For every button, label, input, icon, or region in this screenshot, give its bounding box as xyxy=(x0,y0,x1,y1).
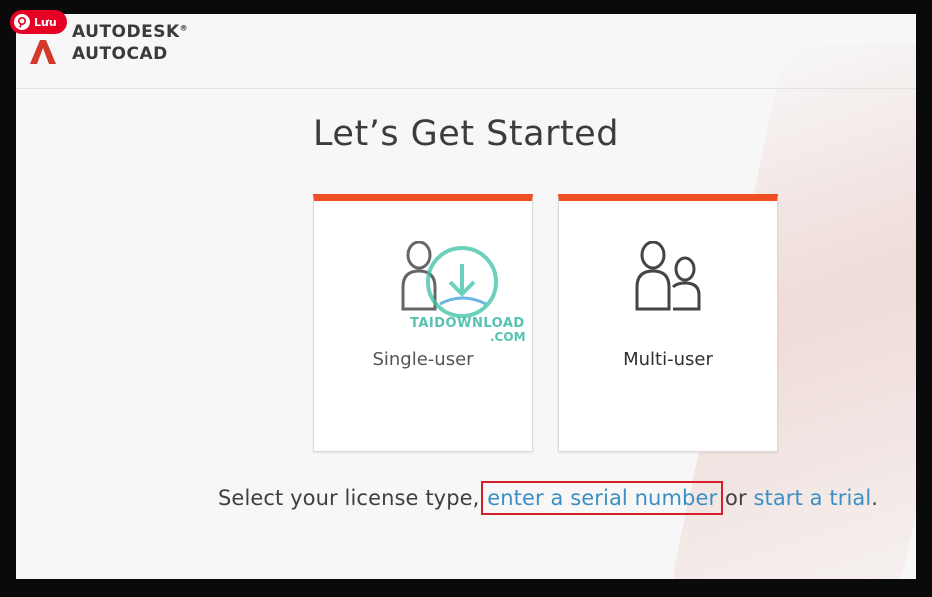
start-trial-link[interactable]: start a trial xyxy=(753,486,871,510)
single-user-label: Single-user xyxy=(372,349,474,370)
multi-user-icon xyxy=(635,241,701,311)
multi-user-label: Multi-user xyxy=(623,349,713,370)
pinterest-icon xyxy=(14,14,30,30)
header: AUTODESK® AUTOCAD xyxy=(16,14,916,89)
watermark-text: TAIDOWNLOAD xyxy=(410,316,525,331)
license-prompt: Select your license type, enter a serial… xyxy=(218,481,879,515)
save-label: Lưu xyxy=(34,15,57,29)
watermark-domain: .COM xyxy=(490,330,526,344)
pinterest-save-button[interactable]: Lưu xyxy=(10,10,67,34)
brand-autodesk: AUTODESK® xyxy=(72,22,189,42)
installer-window: AUTODESK® AUTOCAD Let’s Get Started Sing… xyxy=(16,14,916,579)
brand-autocad: AUTOCAD xyxy=(72,44,168,64)
multi-user-card[interactable]: Multi-user xyxy=(558,194,778,452)
autodesk-logo-icon xyxy=(30,40,56,64)
page-title: Let’s Get Started xyxy=(313,114,619,154)
enter-serial-number-link[interactable]: enter a serial number xyxy=(481,481,724,515)
